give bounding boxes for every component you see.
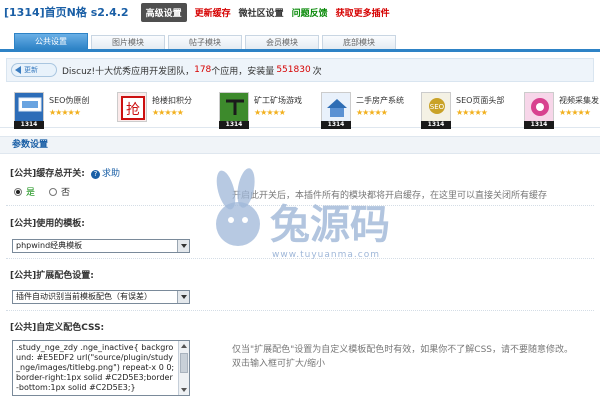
nav-feedback[interactable]: 问题反馈 [292,6,328,19]
css-setting-desc-2: 双击输入框可扩大/缩小 [232,359,326,369]
announcement-bar: 更新 Discuz!十大优秀应用开发团队， 178 个应用，安装量 551830… [6,58,594,82]
help-link[interactable]: ? 求助 [90,169,120,179]
install-count: 551830 [276,65,311,75]
app-count: 178 [194,65,212,75]
speaker-icon: 更新 [11,63,57,77]
nav-more-plugins[interactable]: 获取更多插件 [336,6,390,19]
tab-footer-module[interactable]: 底部模块 [322,35,396,49]
top-nav: 高级设置 更新缓存 微社区设置 问题反馈 获取更多插件 [140,2,398,22]
divider [6,205,594,206]
css-setting-desc: 仅当"扩展配色"设置为自定义模板配色时有效，如果你不了解CSS，请不要随意修改。 [232,345,573,355]
cache-setting-row: [公共]缓存总开关: ? 求助 [10,166,120,179]
watermark: 兔源码 www.tuyuanma.com [208,166,448,266]
cache-switch-group: 是 否 [14,185,84,198]
plugin-version: 1314 [524,121,554,129]
tab-member-module[interactable]: 会员模块 [245,35,319,49]
tab-post-module[interactable]: 帖子模块 [168,35,242,49]
template-select-value: phpwind经典模板 [16,241,83,250]
plugin-version: 1314 [321,121,351,129]
house-icon [321,92,351,122]
video-icon [524,92,554,122]
textarea-scrollbar[interactable] [178,341,189,395]
rabbit-logo-icon: 兔源码 [216,168,390,248]
cache-setting-desc: 开启此开关后，本插件所有的模块都将开启缓存，在这里可以直接关闭所有缓存 [232,191,548,201]
scrollbar-thumb[interactable] [180,353,188,373]
plugin-version: 1314 [14,121,44,129]
plugin-name[interactable]: SEO伪原创 [49,95,89,106]
scroll-down-icon[interactable] [181,388,187,392]
plugin-name[interactable]: SEO页面头部 [456,95,504,106]
announcement-middle: 个应用，安装量 [211,66,275,77]
seo-screen-icon [14,92,44,122]
svg-text:抢: 抢 [126,101,140,118]
plugin-rating: ★★★★★ [559,108,591,117]
plugin-rating: ★★★★★ [456,108,488,117]
radio-no[interactable] [49,187,58,196]
announcement-prefix: Discuz!十大优秀应用开发团队， [62,66,195,77]
tab-public-settings[interactable]: 公共设置 [14,33,88,49]
custom-css-textarea[interactable]: .study_nge_zdy .nge_inactive{ background… [12,340,190,396]
plugin-name[interactable]: 矿工矿场游戏 [254,95,302,106]
template-setting-label: [公共]使用的模板: [10,219,85,229]
divider [6,258,594,259]
plugin-name[interactable]: 视频采集发 [559,95,599,106]
plugin-rating: ★★★★★ [152,108,184,117]
chevron-down-icon[interactable] [177,291,189,303]
cache-setting-label: [公共]缓存总开关: [10,169,85,179]
nav-advanced-settings[interactable]: 高级设置 [140,2,187,22]
color-select-value: 插件自动识别当前模板配色（有误差） [16,292,152,301]
nav-update-cache[interactable]: 更新缓存 [195,6,231,19]
divider [6,310,594,311]
plugin-version: 1314 [219,121,249,129]
plugin-rating: ★★★★★ [49,108,81,117]
grab-floor-icon: 抢 [117,92,147,122]
radio-no-label: 否 [61,188,71,198]
color-setting-label: [公共]扩展配色设置: [10,271,94,281]
plugin-name[interactable]: 二手房产系统 [356,95,404,106]
color-select[interactable]: 插件自动识别当前模板配色（有误差） [12,290,190,304]
watermark-logo-text: 兔源码 [270,202,390,248]
announcement-suffix: 次 [312,66,322,77]
section-title: 参数设置 [0,136,600,154]
question-icon: ? [90,170,100,179]
plugin-version: 1314 [421,121,451,129]
tab-bar: 公共设置 图片模块 帖子模块 会员模块 底部模块 [0,33,600,52]
template-select[interactable]: phpwind经典模板 [12,239,190,253]
css-setting-label: [公共]自定义配色CSS: [10,323,105,333]
scroll-up-icon[interactable] [181,344,187,348]
seo-head-icon: SEO [421,92,451,122]
radio-yes[interactable] [14,187,22,196]
plugin-name[interactable]: 抢楼扣积分 [152,95,192,106]
top-bar: [1314]首页N格 s2.4.2 高级设置 更新缓存 微社区设置 问题反馈 获… [0,0,600,24]
pickaxe-icon [219,92,249,122]
radio-yes-label: 是 [26,188,36,198]
tab-image-module[interactable]: 图片模块 [91,35,165,49]
chevron-down-icon[interactable] [177,240,189,252]
plugin-rating: ★★★★★ [356,108,388,117]
announcement-badge: 更新 [24,66,38,74]
svg-text:SEO: SEO [430,103,445,111]
nav-micro-community-settings[interactable]: 微社区设置 [239,6,284,19]
app-title: [1314]首页N格 s2.4.2 [4,6,129,19]
recommended-plugins: 1314 SEO伪原创 ★★★★★ 抢 抢楼扣积分 ★★★★★ 1314 矿工矿… [0,88,600,129]
plugin-rating: ★★★★★ [254,108,286,117]
